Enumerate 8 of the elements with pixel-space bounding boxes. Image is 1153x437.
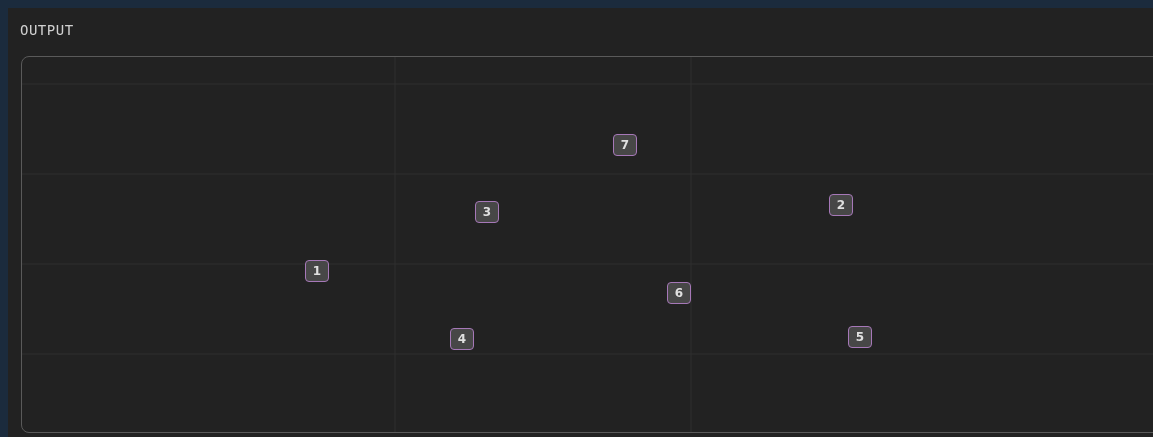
number-marker: 5 bbox=[848, 326, 872, 348]
number-marker: 4 bbox=[450, 328, 474, 350]
number-marker: 1 bbox=[305, 260, 329, 282]
number-marker: 6 bbox=[667, 282, 691, 304]
panel-title: OUTPUT bbox=[20, 22, 74, 38]
number-marker: 7 bbox=[613, 134, 637, 156]
number-marker: 2 bbox=[829, 194, 853, 216]
number-marker: 3 bbox=[475, 201, 499, 223]
